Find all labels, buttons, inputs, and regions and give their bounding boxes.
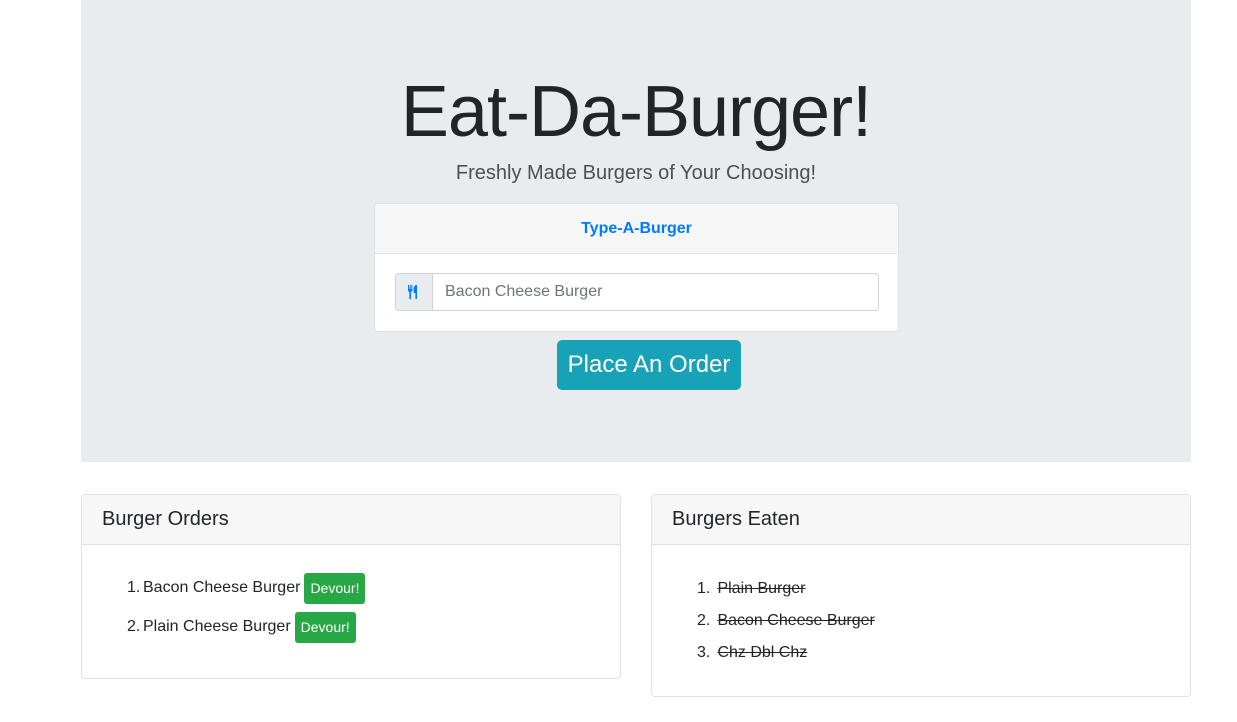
burgers-eaten-body: 1. Plain Burger 2. Bacon Cheese Burger 3… xyxy=(652,545,1190,689)
burger-orders-panel: Burger Orders 1. Bacon Cheese Burger Dev… xyxy=(81,494,621,679)
burger-name-input[interactable] xyxy=(433,273,879,311)
utensils-icon xyxy=(395,273,433,311)
order-number: 2. xyxy=(127,618,141,635)
eaten-burger-name: Chz Dbl Chz xyxy=(717,644,808,661)
burgers-eaten-list: 1. Plain Burger 2. Bacon Cheese Burger 3… xyxy=(672,573,1170,669)
utensils-icon-glyph xyxy=(408,285,417,299)
place-order-button[interactable]: Place An Order xyxy=(557,340,741,390)
order-number: 1. xyxy=(127,579,141,596)
order-burger-name: Bacon Cheese Burger xyxy=(143,579,301,596)
order-form-card: Type-A-Burger xyxy=(374,203,899,332)
devour-button[interactable]: Devour! xyxy=(294,611,356,643)
eaten-burger-name: Plain Burger xyxy=(717,580,806,597)
eaten-number: 3. xyxy=(697,644,711,661)
eaten-list-item: 1. Plain Burger xyxy=(697,573,1170,605)
page-title: Eat-Da-Burger! xyxy=(400,72,872,152)
eaten-number: 1. xyxy=(697,580,711,597)
burgers-eaten-panel: Burgers Eaten 1. Plain Burger 2. Bacon C… xyxy=(651,494,1191,697)
page-subtitle: Freshly Made Burgers of Your Choosing! xyxy=(455,162,817,184)
devour-button[interactable]: Devour! xyxy=(304,572,366,604)
burger-orders-title: Burger Orders xyxy=(82,495,620,545)
burger-orders-body: 1. Bacon Cheese Burger Devour! 2. Plain … xyxy=(82,545,620,669)
eaten-list-item: 2. Bacon Cheese Burger xyxy=(697,605,1170,637)
burger-input-group xyxy=(395,273,879,311)
burgers-eaten-title: Burgers Eaten xyxy=(652,495,1190,545)
eaten-number: 2. xyxy=(697,612,711,629)
burger-orders-list: 1. Bacon Cheese Burger Devour! 2. Plain … xyxy=(102,571,600,644)
eaten-list-item: 3. Chz Dbl Chz xyxy=(697,637,1170,669)
order-list-item: 1. Bacon Cheese Burger Devour! xyxy=(127,571,600,605)
order-burger-name: Plain Cheese Burger xyxy=(143,618,291,635)
eaten-burger-name: Bacon Cheese Burger xyxy=(717,612,875,629)
order-form-title: Type-A-Burger xyxy=(375,204,898,254)
order-list-item: 2. Plain Cheese Burger Devour! xyxy=(127,610,600,644)
jumbotron: Eat-Da-Burger! Freshly Made Burgers of Y… xyxy=(81,0,1191,462)
